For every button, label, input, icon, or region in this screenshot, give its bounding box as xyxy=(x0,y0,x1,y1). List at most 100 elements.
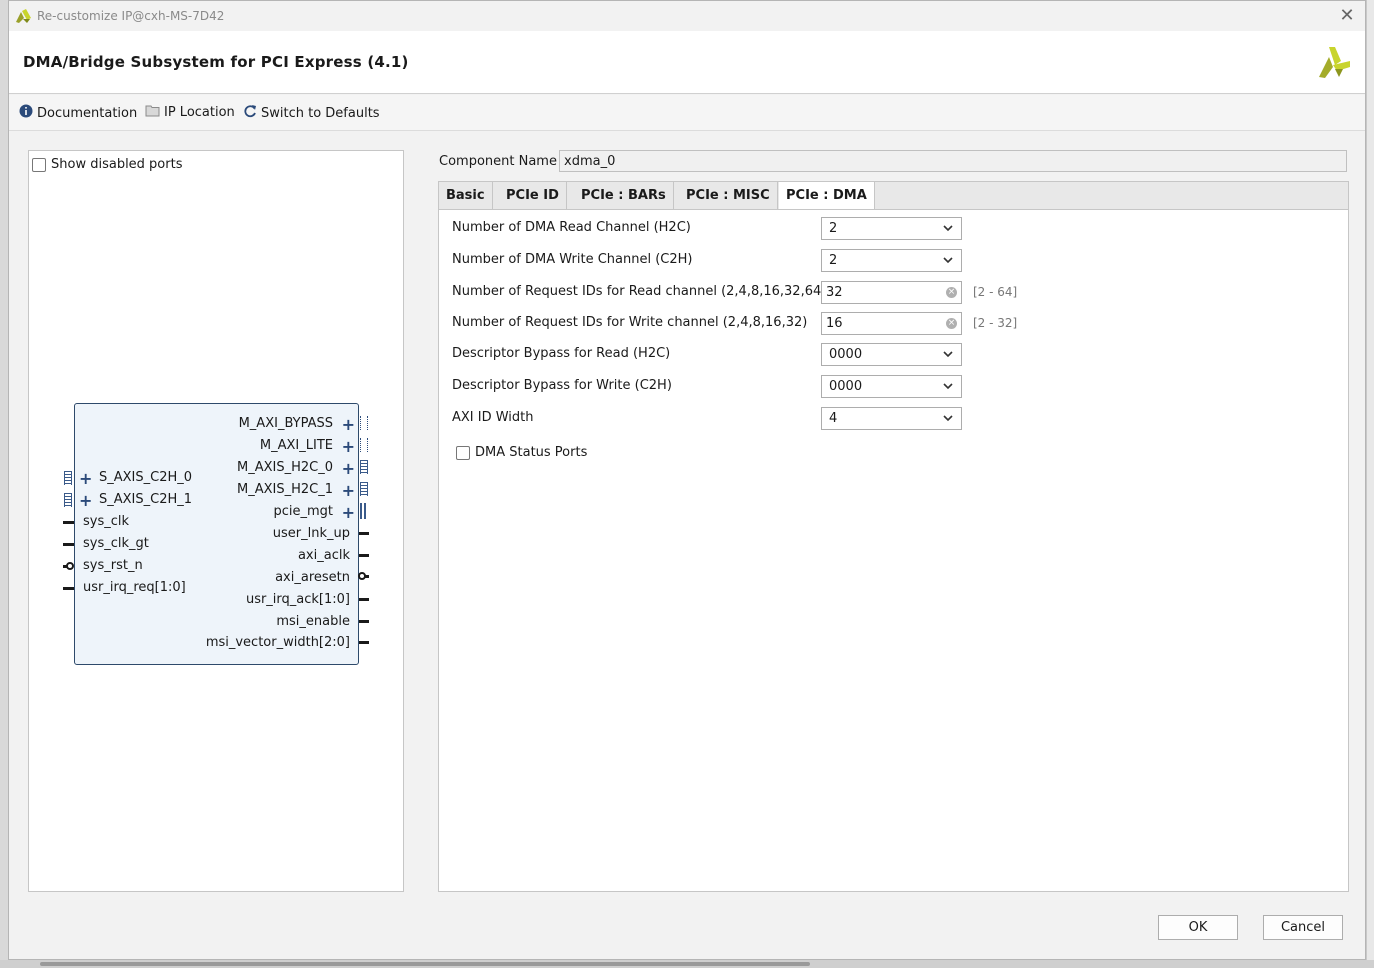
show-disabled-ports-checkbox[interactable] xyxy=(32,157,46,172)
port-sys-rst-n: sys_rst_n xyxy=(83,558,143,573)
tab-pcie-dma[interactable]: PCIe : DMA xyxy=(779,182,875,211)
refresh-icon xyxy=(243,104,257,122)
bypass-read-value: 0000 xyxy=(829,347,863,362)
documentation-button[interactable]: Documentation xyxy=(19,104,137,122)
expand-m-axis-h2c-0-icon[interactable]: + xyxy=(342,461,355,477)
info-icon xyxy=(19,104,33,122)
port-sys-clk-gt: sys_clk_gt xyxy=(83,536,149,551)
chevron-down-icon xyxy=(943,222,953,237)
pin-usr-irq-ack xyxy=(359,598,369,601)
ip-title: DMA/Bridge Subsystem for PCI Express (4.… xyxy=(23,53,409,71)
expand-s-axis-c2h-0-icon[interactable]: + xyxy=(79,471,92,487)
bus-pin-m-axi-lite xyxy=(360,438,368,452)
req-ids-read-range: [2 - 64] xyxy=(973,285,1018,299)
window-title: Re-customize IP@cxh-MS-7D42 xyxy=(37,9,225,23)
bus-pin-s-axis-c2h-0 xyxy=(64,471,72,485)
bus-pin-m-axi-bypass xyxy=(360,416,368,430)
pcie-dma-tab-content: Number of DMA Read Channel (H2C) 2 Numbe… xyxy=(438,209,1349,892)
show-disabled-ports-row: Show disabled ports xyxy=(32,157,182,172)
expand-s-axis-c2h-1-icon[interactable]: + xyxy=(79,493,92,509)
cancel-button[interactable]: Cancel xyxy=(1263,915,1343,940)
port-pcie-mgt: pcie_mgt xyxy=(273,504,333,519)
port-m-axi-lite: M_AXI_LITE xyxy=(259,438,333,453)
pin-axi-aclk xyxy=(359,554,369,557)
port-m-axi-bypass: M_AXI_BYPASS xyxy=(238,416,333,431)
axi-id-width-label: AXI ID Width xyxy=(452,410,534,425)
tab-basic[interactable]: Basic xyxy=(439,182,493,210)
bypass-write-select[interactable]: 0000 xyxy=(821,375,962,398)
dma-read-channel-label: Number of DMA Read Channel (H2C) xyxy=(452,220,691,235)
req-ids-read-value: 32 xyxy=(826,285,843,300)
port-usr-irq-req: usr_irq_req[1:0] xyxy=(83,580,186,595)
chevron-down-icon xyxy=(943,380,953,395)
port-msi-enable: msi_enable xyxy=(276,614,350,629)
dialog-header: DMA/Bridge Subsystem for PCI Express (4.… xyxy=(9,31,1365,94)
expand-pcie-mgt-icon[interactable]: + xyxy=(342,505,355,521)
recustomize-ip-dialog: Re-customize IP@cxh-MS-7D42 ✕ DMA/Bridge… xyxy=(8,0,1366,960)
axi-id-width-value: 4 xyxy=(829,411,838,426)
req-ids-read-label: Number of Request IDs for Read channel (… xyxy=(452,284,827,299)
show-disabled-ports-label: Show disabled ports xyxy=(51,157,183,172)
port-sys-clk: sys_clk xyxy=(83,514,130,529)
expand-m-axi-bypass-icon[interactable]: + xyxy=(342,417,355,433)
port-axi-aclk: axi_aclk xyxy=(297,548,350,563)
port-msi-vector-width: msi_vector_width[2:0] xyxy=(205,635,350,650)
bus-pin-pcie-mgt xyxy=(360,503,368,519)
folder-icon xyxy=(145,104,160,121)
clear-icon[interactable]: × xyxy=(946,287,957,298)
port-usr-irq-ack: usr_irq_ack[1:0] xyxy=(245,592,350,607)
bypass-read-select[interactable]: 0000 xyxy=(821,343,962,366)
switch-to-defaults-label: Switch to Defaults xyxy=(261,105,380,121)
pin-sys-clk-gt xyxy=(63,543,74,546)
bypass-read-label: Descriptor Bypass for Read (H2C) xyxy=(452,346,671,361)
port-user-lnk-up: user_lnk_up xyxy=(272,526,350,541)
req-ids-write-range: [2 - 32] xyxy=(973,316,1018,330)
port-axi-aresetn: axi_aresetn xyxy=(275,570,350,585)
tab-pcie-misc[interactable]: PCIe : MISC xyxy=(679,182,778,210)
axi-id-width-select[interactable]: 4 xyxy=(821,407,962,430)
chevron-down-icon xyxy=(943,348,953,363)
background-window-strip xyxy=(1366,0,1374,968)
chevron-down-icon xyxy=(943,412,953,427)
port-s-axis-c2h-1: S_AXIS_C2H_1 xyxy=(99,492,193,507)
req-ids-write-value: 16 xyxy=(826,316,843,331)
dma-status-ports-checkbox[interactable] xyxy=(456,445,470,460)
pin-sys-clk xyxy=(63,521,74,524)
component-name-field[interactable]: xdma_0 xyxy=(559,150,1347,172)
ok-button[interactable]: OK xyxy=(1158,915,1238,940)
documentation-label: Documentation xyxy=(37,105,138,121)
ip-location-button[interactable]: IP Location xyxy=(145,104,235,121)
background-scrollbar-thumb[interactable] xyxy=(40,962,810,966)
expand-m-axis-h2c-1-icon[interactable]: + xyxy=(342,483,355,499)
pin-sys-rst-n-bubble xyxy=(66,562,74,570)
req-ids-write-label: Number of Request IDs for Write channel … xyxy=(452,315,808,330)
bus-pin-m-axis-h2c-0 xyxy=(360,460,368,474)
switch-to-defaults-button[interactable]: Switch to Defaults xyxy=(243,104,380,122)
clear-icon[interactable]: × xyxy=(946,318,957,329)
port-s-axis-c2h-0: S_AXIS_C2H_0 xyxy=(99,470,193,485)
chevron-down-icon xyxy=(943,254,953,269)
port-m-axis-h2c-0: M_AXIS_H2C_0 xyxy=(237,460,333,475)
pin-usr-irq-req xyxy=(63,587,74,590)
background-scrollbar-track xyxy=(0,960,1374,968)
close-icon[interactable]: ✕ xyxy=(1337,5,1357,26)
dma-write-channel-label: Number of DMA Write Channel (C2H) xyxy=(452,252,693,267)
port-m-axis-h2c-1: M_AXIS_H2C_1 xyxy=(237,482,333,497)
tab-pcie-bars[interactable]: PCIe : BARs xyxy=(574,182,674,210)
vivado-logo-icon xyxy=(15,8,33,28)
component-name-label: Component Name xyxy=(439,154,557,169)
bus-pin-s-axis-c2h-1 xyxy=(64,493,72,507)
req-ids-read-input[interactable]: 32 × xyxy=(821,281,962,304)
tab-pcie-id[interactable]: PCIe ID xyxy=(499,182,567,210)
pin-msi-enable xyxy=(359,620,369,623)
bypass-write-label: Descriptor Bypass for Write (C2H) xyxy=(452,378,672,393)
req-ids-write-input[interactable]: 16 × xyxy=(821,312,962,335)
pin-axi-aresetn xyxy=(365,575,369,578)
expand-m-axi-lite-icon[interactable]: + xyxy=(342,439,355,455)
dma-write-channel-select[interactable]: 2 xyxy=(821,249,962,272)
pin-user-lnk-up xyxy=(359,532,369,535)
dma-status-ports-row: DMA Status Ports xyxy=(456,445,587,460)
toolbar: Documentation IP Location Switch to Defa… xyxy=(9,95,1365,131)
bus-pin-m-axis-h2c-1 xyxy=(360,482,368,496)
dma-read-channel-select[interactable]: 2 xyxy=(821,217,962,240)
